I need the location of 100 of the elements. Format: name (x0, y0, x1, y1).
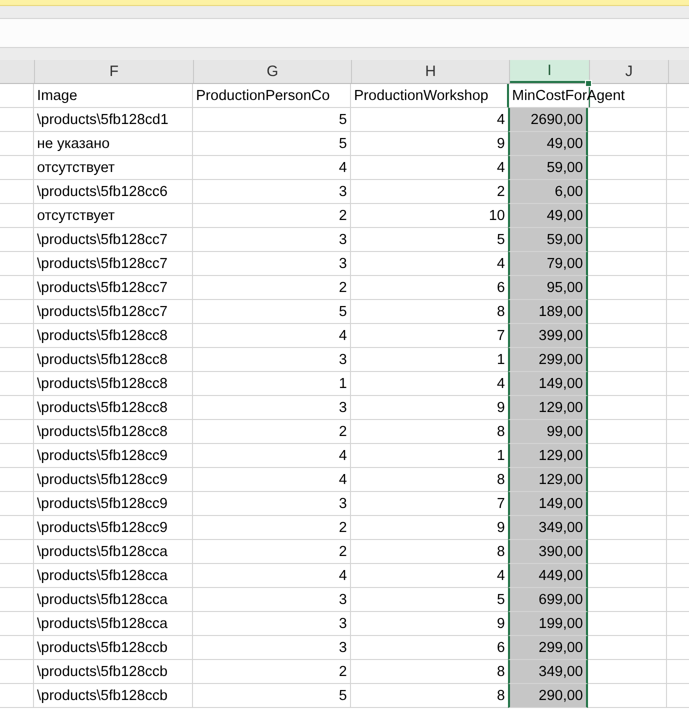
table-cell: 449,00 (508, 564, 588, 588)
row-header[interactable] (0, 420, 34, 444)
fill-handle[interactable] (585, 80, 592, 87)
table-cell: 59,00 (508, 156, 588, 180)
row-header[interactable] (0, 444, 34, 468)
table-cell: \products\5fb128ccb (34, 660, 193, 684)
table-cell: 4 (193, 156, 351, 180)
table-cell: 5 (193, 300, 351, 324)
table-cell: \products\5fb128cc9 (34, 516, 193, 540)
table-cell: \products\5fb128cca (34, 612, 193, 636)
row-header[interactable] (0, 612, 34, 636)
row-header[interactable] (0, 684, 34, 708)
table-cell: 2 (193, 516, 351, 540)
table-cell: \products\5fb128cc9 (34, 444, 193, 468)
row-header[interactable] (0, 492, 34, 516)
table-cell: 4 (193, 444, 351, 468)
table-cell: 390,00 (508, 540, 588, 564)
table-cell: \products\5fb128cc9 (34, 468, 193, 492)
table-cell: 299,00 (508, 636, 588, 660)
table-cell: \products\5fb128cc6 (34, 180, 193, 204)
table-cell: 129,00 (508, 396, 588, 420)
table-cell: 2 (193, 540, 351, 564)
table-cell: 5 (193, 684, 351, 708)
row-header[interactable] (0, 84, 34, 108)
table-cell: 349,00 (508, 660, 588, 684)
row-header[interactable] (0, 540, 34, 564)
table-cell: 5 (193, 108, 351, 132)
row-header[interactable] (0, 468, 34, 492)
table-cell: 59,00 (508, 228, 588, 252)
table-cell: 2690,00 (508, 108, 588, 132)
table-cell: 3 (193, 612, 351, 636)
row-header[interactable] (0, 132, 34, 156)
table-cell: 3 (193, 180, 351, 204)
row-header[interactable] (0, 108, 34, 132)
row-header[interactable] (0, 228, 34, 252)
table-cell: 49,00 (508, 132, 588, 156)
row-header[interactable] (0, 564, 34, 588)
table-cell: \products\5fb128cca (34, 588, 193, 612)
table-cell: \products\5fb128cc7 (34, 252, 193, 276)
row-header[interactable] (0, 372, 34, 396)
table-cell: 3 (193, 228, 351, 252)
table-cell: 399,00 (508, 324, 588, 348)
row-header[interactable] (0, 348, 34, 372)
column-header[interactable]: F (35, 60, 194, 83)
row-header[interactable] (0, 204, 34, 228)
table-cell: Image (34, 84, 193, 108)
row-header[interactable] (0, 588, 34, 612)
row-header[interactable] (0, 516, 34, 540)
table-cell: \products\5fb128cc8 (34, 396, 193, 420)
column-header[interactable]: I (510, 60, 590, 83)
table-cell: 3 (193, 348, 351, 372)
table-cell: \products\5fb128cc9 (34, 492, 193, 516)
table-cell: 49,00 (508, 204, 588, 228)
table-cell: 79,00 (508, 252, 588, 276)
table-cell: \products\5fb128cc8 (34, 348, 193, 372)
table-cell: 199,00 (508, 612, 588, 636)
table-cell: 3 (193, 252, 351, 276)
table-cell: 3 (193, 588, 351, 612)
table-cell: \products\5fb128cc7 (34, 300, 193, 324)
row-header[interactable] (0, 276, 34, 300)
table-cell: ProductionPersonCo (193, 84, 351, 108)
table-cell: 4 (193, 468, 351, 492)
table-cell: не указано (34, 132, 193, 156)
table-cell: 3 (193, 396, 351, 420)
table-cell: 129,00 (508, 468, 588, 492)
row-header[interactable] (0, 156, 34, 180)
table-cell: \products\5fb128cc7 (34, 228, 193, 252)
row-header[interactable] (0, 300, 34, 324)
table-cell: 2 (193, 276, 351, 300)
table-cell: \products\5fb128cc8 (34, 420, 193, 444)
table-cell: \products\5fb128cd1 (34, 108, 193, 132)
row-header[interactable] (0, 324, 34, 348)
table-cell: 149,00 (508, 372, 588, 396)
column-header[interactable]: G (194, 60, 352, 83)
table-cell: 1 (193, 372, 351, 396)
table-cell: 129,00 (508, 444, 588, 468)
table-cell: 4 (193, 564, 351, 588)
row-header[interactable] (0, 636, 34, 660)
row-header[interactable] (0, 180, 34, 204)
row-header[interactable] (0, 396, 34, 420)
table-cell: 99,00 (508, 420, 588, 444)
table-cell: ProductionWorkshop (351, 84, 509, 108)
table-cell: \products\5fb128ccb (34, 684, 193, 708)
table-cell: 349,00 (508, 516, 588, 540)
table-cell: 3 (193, 492, 351, 516)
table-cell: \products\5fb128cca (34, 564, 193, 588)
row-header[interactable] (0, 660, 34, 684)
table-cell: 290,00 (508, 684, 588, 708)
table-cell: \products\5fb128ccb (34, 636, 193, 660)
table-cell: 699,00 (508, 588, 588, 612)
table-cell: 5 (193, 132, 351, 156)
row-header[interactable] (0, 252, 34, 276)
table-cell: отсутствует (34, 204, 193, 228)
table-cell: 2 (193, 660, 351, 684)
table-cell: 2 (193, 420, 351, 444)
table-cell: 299,00 (508, 348, 588, 372)
table-cell: 3 (193, 636, 351, 660)
table-cell: \products\5fb128cc7 (34, 276, 193, 300)
table-cell: отсутствует (34, 156, 193, 180)
table-cell: \products\5fb128cca (34, 540, 193, 564)
